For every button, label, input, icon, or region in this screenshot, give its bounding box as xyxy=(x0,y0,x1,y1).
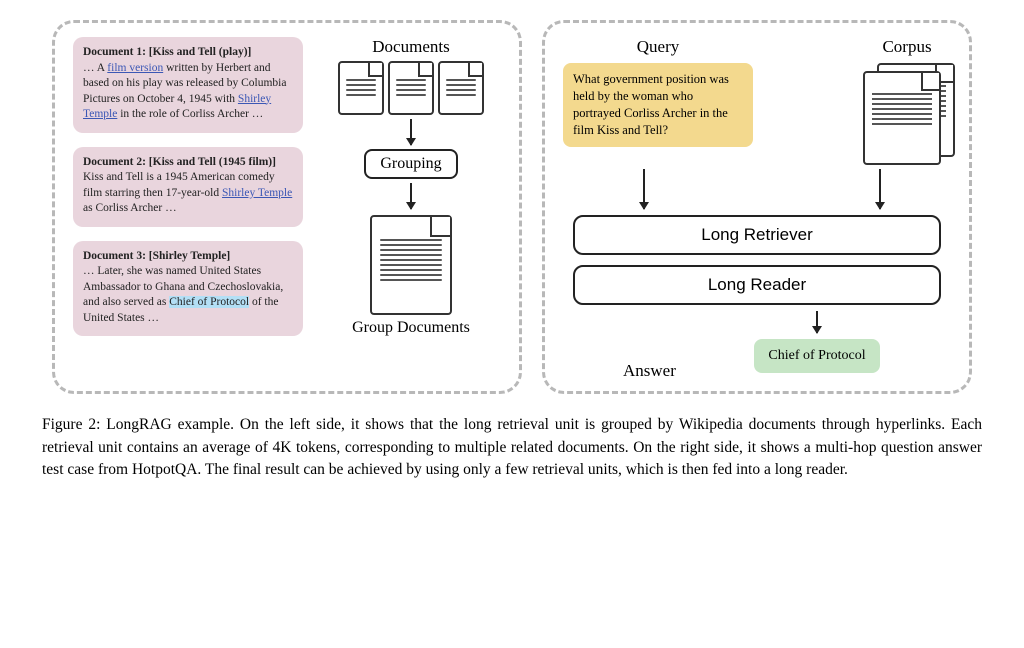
group-documents-label: Group Documents xyxy=(352,319,470,337)
arrow-down-icon xyxy=(410,119,412,145)
doc-icon xyxy=(338,61,384,115)
query-label: Query xyxy=(637,37,679,57)
query-box: What government position was held by the… xyxy=(563,63,753,147)
arrow-down-icon xyxy=(816,311,818,333)
left-panel: Document 1: [Kiss and Tell (play)] … A f… xyxy=(52,20,522,394)
document-icons xyxy=(338,61,484,115)
query-corpus-row: Query What government position was held … xyxy=(563,37,951,163)
doc-icon xyxy=(438,61,484,115)
doc3-title: Document 3: [Shirley Temple] xyxy=(83,250,230,262)
doc1-pre: … A xyxy=(83,62,107,74)
long-reader-box: Long Reader xyxy=(573,265,941,305)
corpus-column: Corpus xyxy=(863,37,951,163)
doc1-link-film: film version xyxy=(107,62,163,74)
arrow-down-icon xyxy=(879,169,881,209)
doc2-post: as Corliss Archer … xyxy=(83,202,177,214)
documents-column: Document 1: [Kiss and Tell (play)] … A f… xyxy=(73,37,303,373)
doc-icon xyxy=(863,71,941,165)
corpus-icon xyxy=(863,63,951,163)
arrow-pair xyxy=(563,165,951,213)
figure-diagram: Document 1: [Kiss and Tell (play)] … A f… xyxy=(30,20,994,394)
group-doc-icon xyxy=(370,215,452,315)
answer-label: Answer xyxy=(623,361,676,381)
doc2-card: Document 2: [Kiss and Tell (1945 film)] … xyxy=(73,147,303,227)
arrow-down-icon xyxy=(643,169,645,209)
answer-box: Chief of Protocol xyxy=(754,339,879,373)
long-retriever-box: Long Retriever xyxy=(573,215,941,255)
doc2-title: Document 2: [Kiss and Tell (1945 film)] xyxy=(83,156,276,168)
doc1-post: in the role of Corliss Archer … xyxy=(117,108,263,120)
doc3-card: Document 3: [Shirley Temple] … Later, sh… xyxy=(73,241,303,337)
doc-icon xyxy=(388,61,434,115)
answer-row: Answer Chief of Protocol xyxy=(563,339,951,373)
center-arrow xyxy=(563,307,951,337)
grouping-box: Grouping xyxy=(364,149,457,179)
doc1-card: Document 1: [Kiss and Tell (play)] … A f… xyxy=(73,37,303,133)
arrow-down-icon xyxy=(410,183,412,209)
query-column: Query What government position was held … xyxy=(563,37,753,147)
doc2-link-temple: Shirley Temple xyxy=(222,187,292,199)
doc3-highlight: Chief of Protocol xyxy=(169,296,249,308)
corpus-label: Corpus xyxy=(882,37,931,57)
figure-caption: Figure 2: LongRAG example. On the left s… xyxy=(42,414,982,481)
grouping-flow: Documents Grouping Group Documents xyxy=(321,37,501,373)
right-panel: Query What government position was held … xyxy=(542,20,972,394)
documents-label: Documents xyxy=(372,37,449,57)
doc1-title: Document 1: [Kiss and Tell (play)] xyxy=(83,46,251,58)
